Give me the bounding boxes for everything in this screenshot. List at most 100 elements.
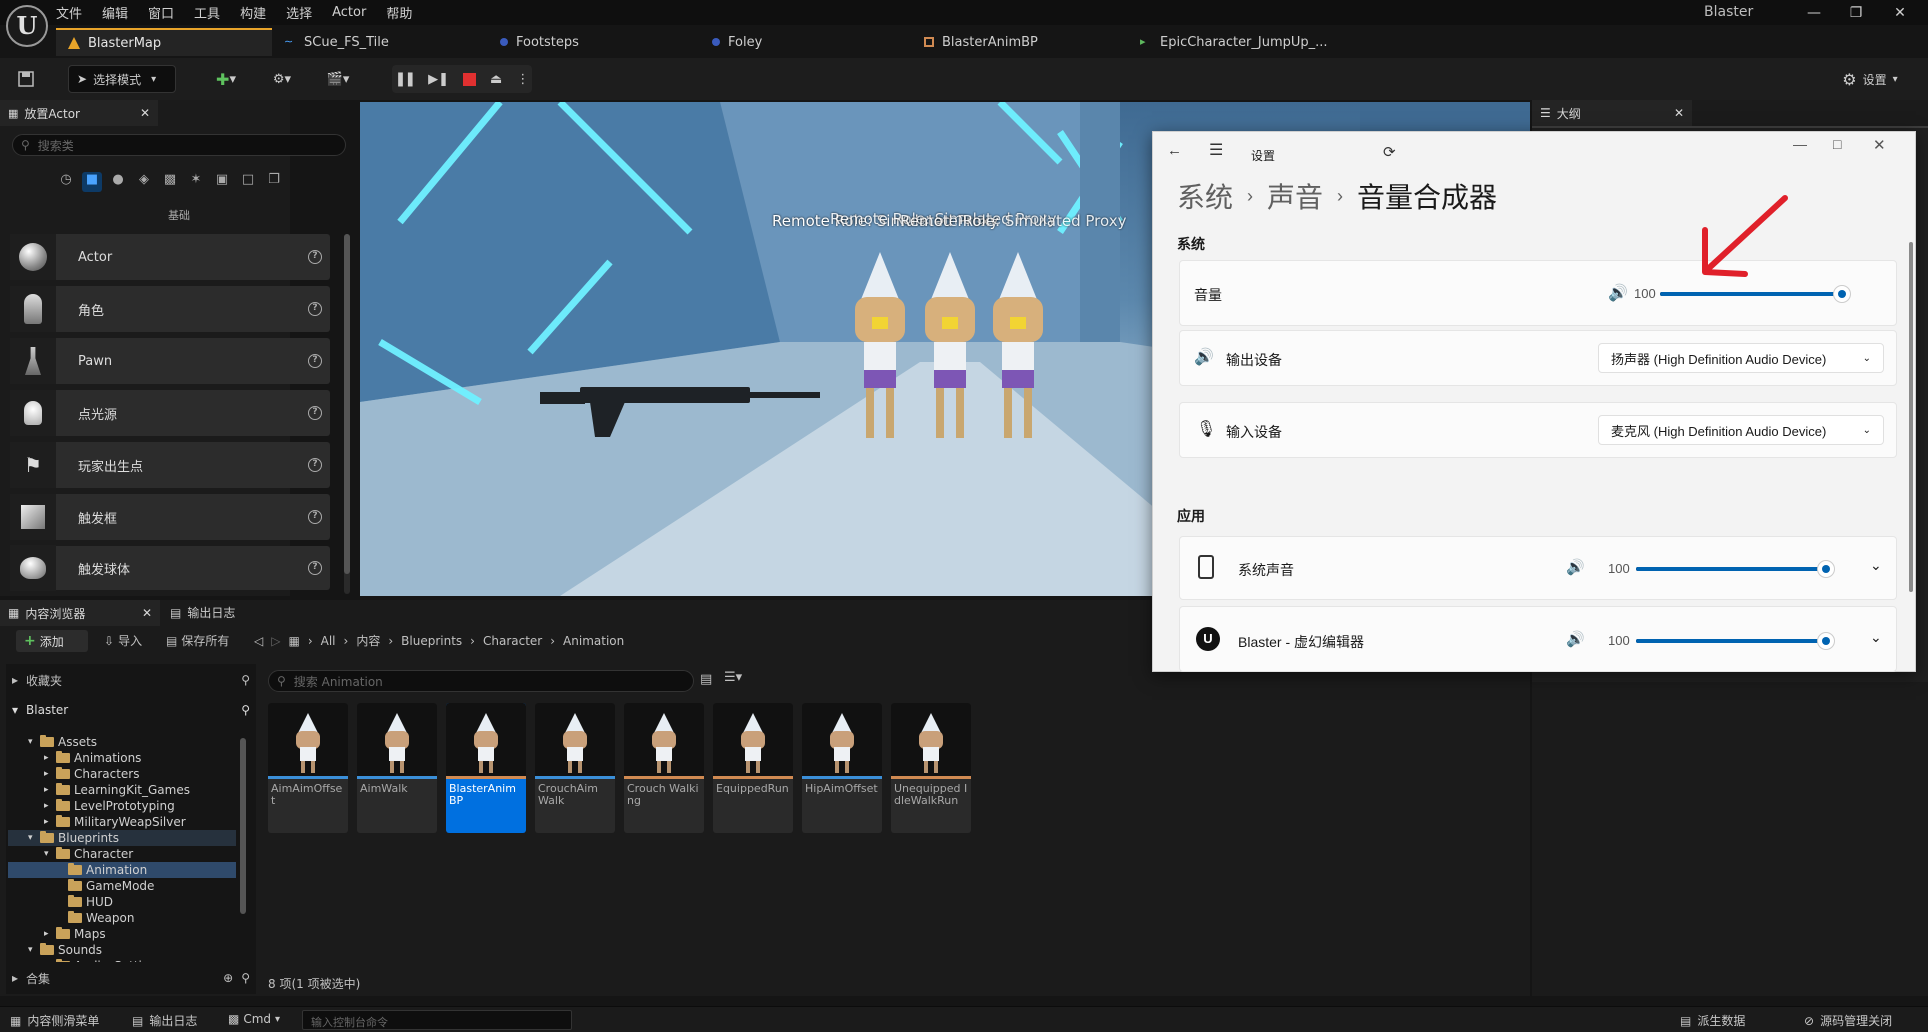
basic-icon[interactable]: ■	[82, 172, 102, 192]
visual-effects-icon[interactable]: ✶	[186, 172, 206, 192]
master-volume-slider[interactable]	[1660, 285, 1851, 303]
actor-search-input[interactable]: ⚲ 搜索类	[12, 134, 346, 156]
close-icon[interactable]: ✕	[1873, 136, 1886, 154]
chevron-down-icon[interactable]: ▾	[44, 849, 52, 859]
chevron-right-icon[interactable]: ▸	[44, 785, 52, 795]
menu-file[interactable]: 文件	[56, 3, 82, 22]
tree-folder[interactable]: ▸Audio_Settings	[8, 958, 236, 962]
asset-tile[interactable]: Unequipped IdleWalkRun	[891, 703, 971, 833]
shapes-icon[interactable]: ◈	[134, 172, 154, 192]
actor-list-scrollbar[interactable]	[344, 234, 350, 594]
tree-folder[interactable]: ▸ MilitaryWeapSilver	[8, 814, 236, 830]
settings-scrollbar[interactable]	[1909, 242, 1913, 592]
asset-tile[interactable]: EquippedRun	[713, 703, 793, 833]
eject-icon[interactable]: ⏏	[490, 72, 502, 87]
breadcrumb-system[interactable]: 系统	[1177, 176, 1233, 216]
add-actor-icon[interactable]: ✚ ▾	[206, 65, 246, 93]
chevron-right-icon[interactable]: ▸	[44, 961, 52, 962]
breadcrumb-item[interactable]: Blueprints	[401, 634, 462, 648]
chevron-right-icon[interactable]: ▸	[44, 817, 52, 827]
asset-tile[interactable]: AimAimOffset	[268, 703, 348, 833]
chevron-right-icon[interactable]: ▸	[44, 753, 52, 763]
tree-folder[interactable]: ▸ LearningKit_Games	[8, 782, 236, 798]
menu-build[interactable]: 构建	[240, 3, 266, 22]
cinematic-icon[interactable]: ▩	[160, 172, 180, 192]
breadcrumb-item[interactable]: Animation	[563, 634, 624, 648]
output-log-button[interactable]: ▤ 输出日志	[132, 1012, 197, 1029]
breadcrumb-sound[interactable]: 声音	[1267, 176, 1323, 216]
speaker-icon[interactable]: 🔊	[1566, 630, 1585, 648]
tab-epiccharacter-jumpup[interactable]: ▸ EpicCharacter_JumpUp_...	[1128, 28, 1368, 56]
close-window-icon[interactable]: ✕	[1880, 2, 1920, 24]
restore-icon[interactable]: ❐	[1836, 2, 1876, 24]
hamburger-icon[interactable]: ☰	[1209, 140, 1223, 160]
menu-window[interactable]: 窗口	[148, 3, 174, 22]
chevron-right-icon[interactable]: ▸	[44, 801, 52, 811]
chevron-down-icon[interactable]: ▾	[28, 737, 36, 747]
stop-icon[interactable]	[463, 72, 477, 86]
menu-edit[interactable]: 编辑	[102, 3, 128, 22]
speaker-icon[interactable]: 🔊	[1566, 558, 1585, 576]
tree-folder[interactable]: ▾ Assets	[8, 734, 236, 750]
chevron-down-icon[interactable]: ⌄	[1870, 629, 1882, 646]
tree-folder[interactable]: Animation	[8, 862, 236, 878]
help-icon[interactable]: ?	[308, 250, 322, 264]
filter-icon[interactable]: ☰▾	[724, 670, 742, 685]
import-button[interactable]: ⇩ 导入	[104, 632, 142, 649]
collections-header[interactable]: ▸ 合集 ⊕ ⚲	[12, 968, 250, 988]
asset-tile[interactable]: HipAimOffset	[802, 703, 882, 833]
save-all-button[interactable]: ▤ 保存所有	[166, 632, 229, 649]
help-icon[interactable]: ?	[308, 561, 322, 575]
derived-data-button[interactable]: ▤ 派生数据	[1680, 1012, 1745, 1029]
lights-icon[interactable]: ●	[108, 172, 128, 192]
tab-outliner[interactable]: ☰ 大纲 ✕	[1532, 100, 1692, 126]
tree-folder[interactable]: ▾ Sounds	[8, 942, 236, 958]
help-icon[interactable]: ?	[308, 458, 322, 472]
menu-select[interactable]: 选择	[286, 3, 312, 22]
close-icon[interactable]: ✕	[142, 606, 152, 620]
tree-folder[interactable]: ▸ Maps	[8, 926, 236, 942]
tree-folder[interactable]: ▸ LevelPrototyping	[8, 798, 236, 814]
console-input[interactable]: 输入控制台命令	[302, 1010, 572, 1030]
tab-blastermap[interactable]: BlasterMap	[56, 28, 272, 56]
asset-tile[interactable]: BlasterAnim BP	[446, 703, 526, 833]
save-search-icon[interactable]: ▤	[700, 672, 712, 687]
tab-footsteps[interactable]: Footsteps	[488, 28, 700, 56]
project-header[interactable]: ▾ Blaster ⚲	[12, 700, 250, 720]
breadcrumb-item[interactable]: Character	[483, 634, 542, 648]
tree-folder[interactable]: ▾ Character	[8, 846, 236, 862]
chevron-right-icon[interactable]: ▸	[44, 929, 52, 939]
close-icon[interactable]: ✕	[140, 106, 150, 120]
volumes-icon[interactable]: ▣	[212, 172, 232, 192]
placeholder-icon[interactable]: ❐	[264, 172, 284, 192]
cmd-dropdown[interactable]: ▩ Cmd ▾	[228, 1012, 280, 1026]
tree-folder[interactable]: HUD	[8, 894, 236, 910]
menu-actor[interactable]: Actor	[332, 5, 366, 20]
content-drawer-button[interactable]: ▦ 内容侧滑菜单	[10, 1012, 99, 1029]
tree-folder[interactable]: ▸ Characters	[8, 766, 236, 782]
help-icon[interactable]: ?	[308, 302, 322, 316]
tab-content-browser[interactable]: ▦ 内容浏览器 ✕	[0, 600, 160, 626]
chevron-down-icon[interactable]: ▾	[28, 945, 36, 955]
actor-item-player-start[interactable]: ⚑ 玩家出生点 ?	[10, 442, 330, 488]
close-icon[interactable]: ✕	[1674, 106, 1684, 120]
back-icon[interactable]: ◁	[254, 634, 263, 648]
maximize-icon[interactable]: □	[1833, 136, 1841, 152]
actor-item-trigger-box[interactable]: 触发框 ?	[10, 494, 330, 540]
chevron-down-icon[interactable]: ▾	[28, 833, 36, 843]
chevron-right-icon[interactable]: ▸	[44, 769, 52, 779]
blueprint-icon[interactable]: ⚙▾	[262, 65, 302, 93]
select-mode-dropdown[interactable]: ➤ 选择模式 ▾	[68, 65, 176, 93]
back-arrow-icon[interactable]: ←	[1167, 142, 1182, 159]
save-icon[interactable]	[12, 65, 40, 93]
tree-folder[interactable]: GameMode	[8, 878, 236, 894]
help-icon[interactable]: ?	[308, 354, 322, 368]
help-icon[interactable]: ?	[308, 510, 322, 524]
actor-item-character[interactable]: 角色 ?	[10, 286, 330, 332]
add-button[interactable]: + 添加	[16, 630, 88, 652]
more-options-icon[interactable]: ⋮	[516, 72, 529, 87]
tree-folder[interactable]: Weapon	[8, 910, 236, 926]
breadcrumb-item[interactable]: 内容	[356, 632, 380, 649]
input-device-dropdown[interactable]: 麦克风 (High Definition Audio Device) ⌄	[1598, 415, 1884, 445]
tab-blasteranimbp[interactable]: BlasterAnimBP	[912, 28, 1128, 56]
